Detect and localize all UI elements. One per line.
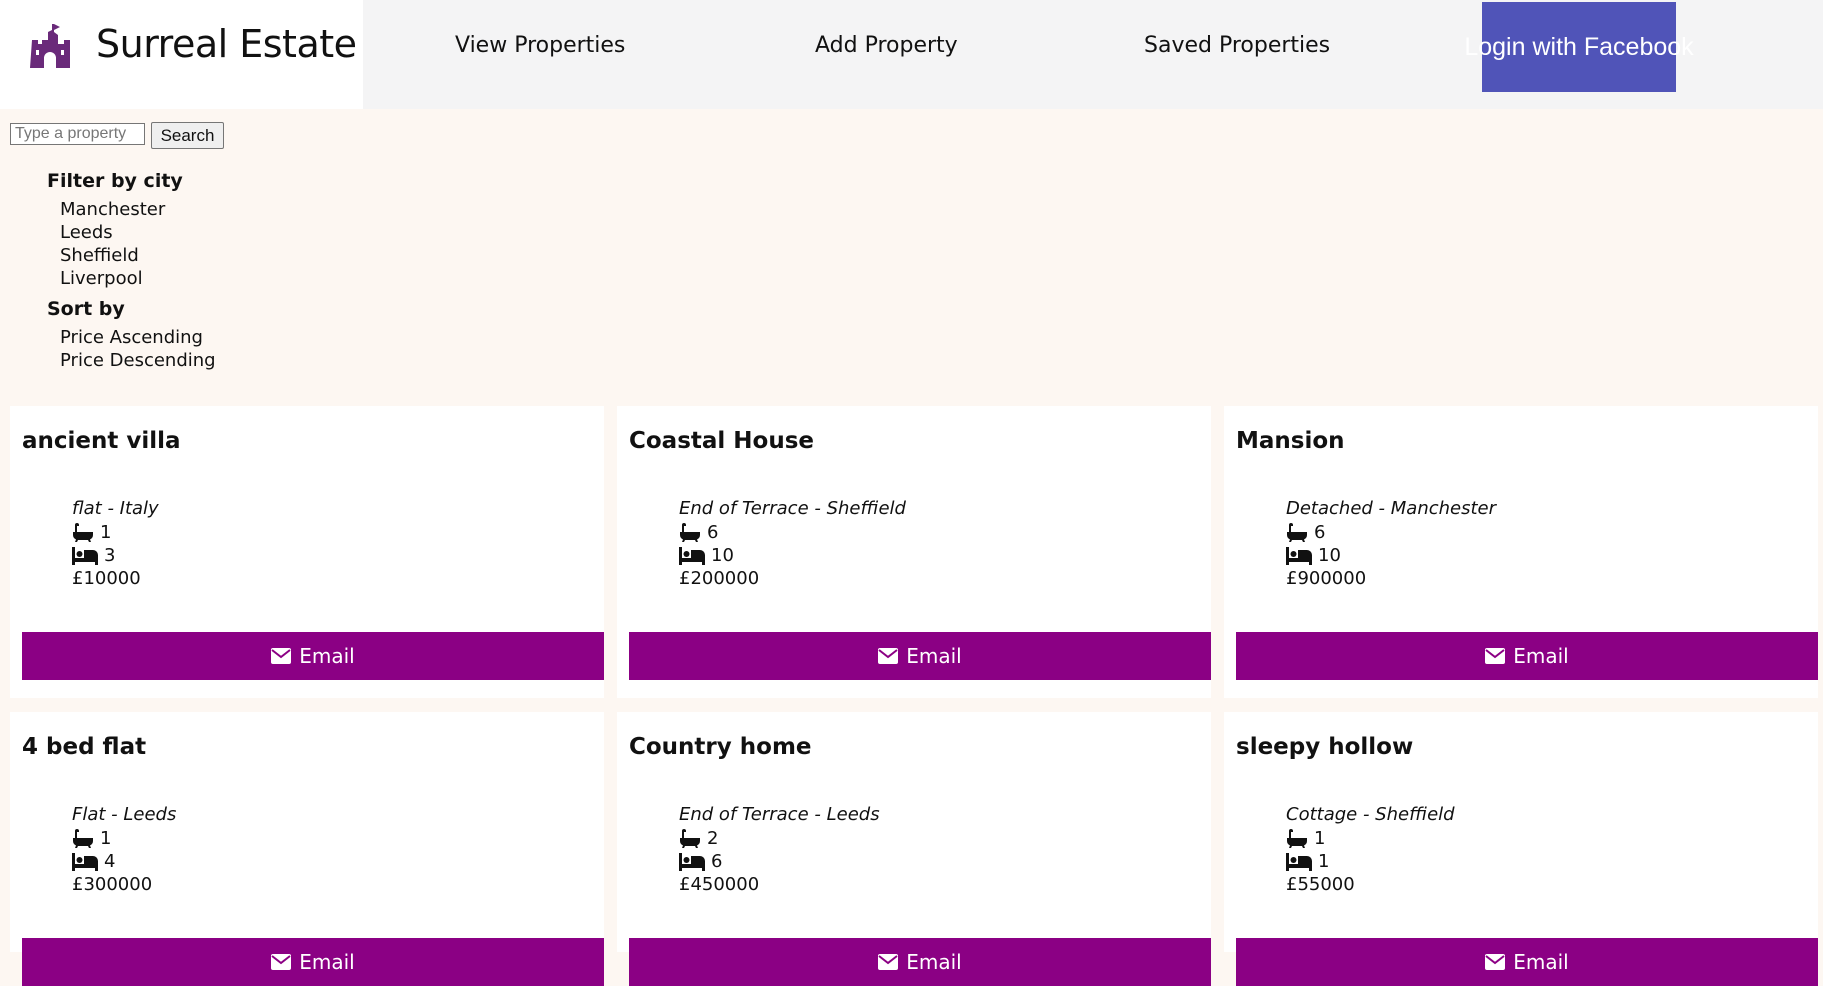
bath-icon [73, 828, 93, 848]
bathrooms-row: 1 [72, 522, 111, 543]
bathrooms-row: 6 [1286, 522, 1325, 543]
property-card: 4 bed flat Flat - Leeds 1 4 £300000 Emai… [10, 712, 604, 986]
bed-icon [679, 852, 705, 871]
bathrooms-count: 6 [1314, 522, 1326, 543]
property-price: £450000 [679, 874, 760, 895]
bath-icon [680, 522, 700, 542]
email-button[interactable]: Email [22, 938, 604, 986]
property-type-city: Flat - Leeds [72, 804, 177, 825]
bedrooms-count: 3 [104, 545, 116, 566]
envelope-icon [878, 954, 899, 970]
email-label: Email [906, 644, 962, 668]
property-title: ancient villa [22, 428, 181, 454]
property-card: Coastal House End of Terrace - Sheffield… [617, 406, 1211, 698]
bed-icon [1286, 852, 1312, 871]
bathrooms-row: 6 [679, 522, 718, 543]
sort-price-descending[interactable]: Price Descending [60, 350, 216, 371]
bath-icon [73, 522, 93, 542]
bedrooms-row: 6 [679, 851, 722, 872]
nav-saved-properties[interactable]: Saved Properties [1144, 33, 1330, 58]
facebook-login-button[interactable]: Login with Facebook [1464, 2, 1694, 92]
bedrooms-row: 10 [1286, 545, 1341, 566]
email-label: Email [906, 950, 962, 974]
property-price: £200000 [679, 568, 760, 589]
property-type-city: End of Terrace - Leeds [679, 804, 880, 825]
bed-icon [1286, 546, 1312, 565]
property-type-city: flat - Italy [72, 498, 159, 519]
bathrooms-row: 1 [72, 828, 111, 849]
search-input[interactable] [10, 123, 145, 145]
bathrooms-count: 1 [1314, 828, 1326, 849]
email-button[interactable]: Email [629, 632, 1211, 680]
property-price: £300000 [72, 874, 153, 895]
property-price: £10000 [72, 568, 141, 589]
bathrooms-count: 2 [707, 828, 719, 849]
bedrooms-row: 4 [72, 851, 115, 872]
property-card: ancient villa flat - Italy 1 3 £10000 Em… [10, 406, 604, 698]
email-label: Email [299, 950, 355, 974]
bedrooms-row: 10 [679, 545, 734, 566]
bedrooms-row: 3 [72, 545, 115, 566]
filter-city-sheffield[interactable]: Sheffield [60, 245, 139, 266]
bedrooms-count: 6 [711, 851, 723, 872]
email-label: Email [299, 644, 355, 668]
property-title: Mansion [1236, 428, 1345, 454]
top-navbar: Surreal Estate View Properties Add Prope… [0, 0, 1823, 109]
bed-icon [679, 546, 705, 565]
envelope-icon [1485, 648, 1506, 664]
property-type-city: Detached - Manchester [1286, 498, 1497, 519]
bathrooms-count: 6 [707, 522, 719, 543]
sort-heading: Sort by [47, 298, 125, 320]
property-card: Mansion Detached - Manchester 6 10 £9000… [1224, 406, 1818, 698]
property-card: Country home End of Terrace - Leeds 2 6 … [617, 712, 1211, 986]
envelope-icon [271, 954, 292, 970]
bedrooms-count: 4 [104, 851, 116, 872]
property-card: sleepy hollow Cottage - Sheffield 1 1 £5… [1224, 712, 1818, 986]
property-type-city: End of Terrace - Sheffield [679, 498, 906, 519]
bed-icon [72, 546, 98, 565]
email-button[interactable]: Email [1236, 938, 1818, 986]
bathrooms-row: 2 [679, 828, 718, 849]
bedrooms-row: 1 [1286, 851, 1329, 872]
email-button[interactable]: Email [629, 938, 1211, 986]
email-button[interactable]: Email [22, 632, 604, 680]
email-label: Email [1513, 644, 1569, 668]
property-title: Coastal House [629, 428, 815, 454]
property-title: Country home [629, 734, 812, 760]
nav-view-properties[interactable]: View Properties [455, 33, 625, 58]
brand-name: Surreal Estate [96, 22, 357, 66]
filter-city-leeds[interactable]: Leeds [60, 222, 113, 243]
envelope-icon [271, 648, 292, 664]
filter-city-liverpool[interactable]: Liverpool [60, 268, 143, 289]
bed-icon [72, 852, 98, 871]
bathrooms-count: 1 [100, 522, 112, 543]
property-title: sleepy hollow [1236, 734, 1414, 760]
bathrooms-row: 1 [1286, 828, 1325, 849]
bath-icon [1287, 522, 1307, 542]
envelope-icon [878, 648, 899, 664]
bath-icon [1287, 828, 1307, 848]
bath-icon [680, 828, 700, 848]
bedrooms-count: 10 [1318, 545, 1341, 566]
property-title: 4 bed flat [22, 734, 147, 760]
bedrooms-count: 10 [711, 545, 734, 566]
property-type-city: Cottage - Sheffield [1286, 804, 1455, 825]
nav-add-property[interactable]: Add Property [815, 33, 958, 58]
castle-icon [30, 24, 70, 68]
property-price: £55000 [1286, 874, 1355, 895]
bedrooms-count: 1 [1318, 851, 1330, 872]
email-label: Email [1513, 950, 1569, 974]
filter-city-heading: Filter by city [47, 170, 183, 192]
sort-price-ascending[interactable]: Price Ascending [60, 327, 203, 348]
bathrooms-count: 1 [100, 828, 112, 849]
search-button[interactable]: Search [151, 122, 224, 149]
email-button[interactable]: Email [1236, 632, 1818, 680]
filter-city-manchester[interactable]: Manchester [60, 199, 165, 220]
envelope-icon [1485, 954, 1506, 970]
brand[interactable]: Surreal Estate [0, 0, 363, 109]
property-price: £900000 [1286, 568, 1367, 589]
